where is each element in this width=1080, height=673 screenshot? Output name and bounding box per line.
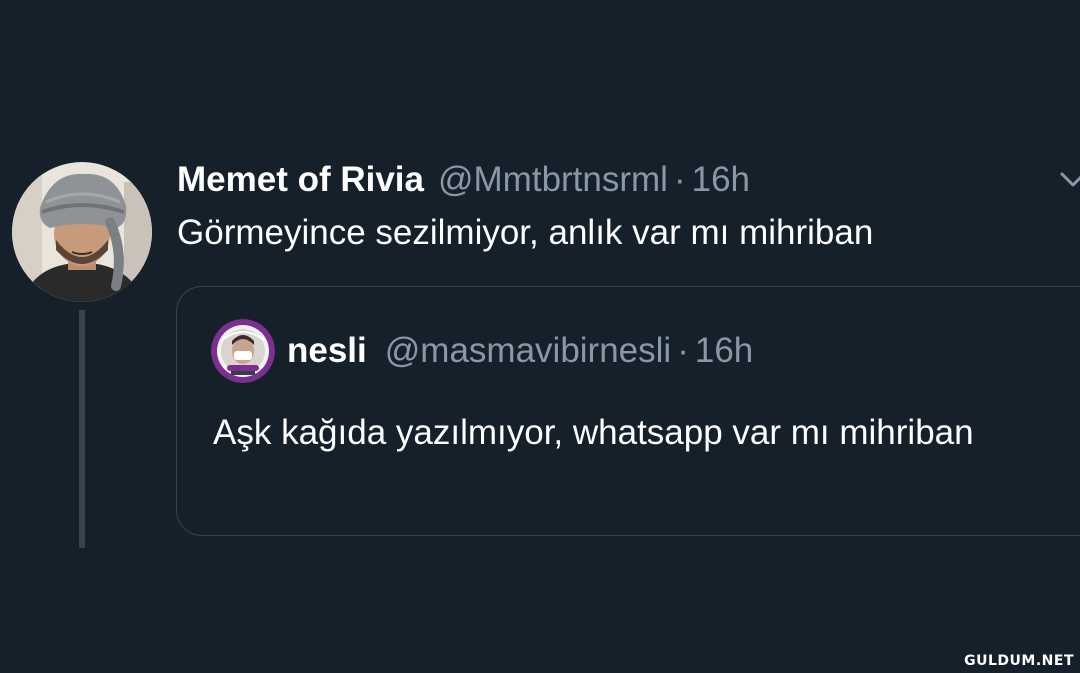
separator-dot: · — [673, 160, 686, 199]
author-avatar[interactable] — [12, 162, 152, 302]
quoted-author-display-name[interactable]: nesli — [287, 331, 367, 371]
thread-line — [79, 310, 85, 548]
tweet-timestamp[interactable]: 16h — [692, 160, 750, 200]
author-display-name[interactable]: Memet of Rivia — [177, 160, 424, 200]
watermark: GULDUM.NET — [964, 653, 1074, 669]
quoted-author-avatar[interactable] — [211, 319, 275, 383]
tweet[interactable]: Memet of Rivia @Mmtbrtnsrml · 16h Görmey… — [0, 0, 1080, 673]
quoted-author-handle[interactable]: @masmavibirnesli — [385, 331, 671, 371]
author-handle[interactable]: @Mmtbrtnsrml — [438, 160, 668, 200]
quoted-tweet-timestamp[interactable]: 16h — [695, 331, 753, 371]
quoted-tweet-header: nesli @masmavibirnesli · 16h — [287, 331, 753, 371]
quoted-tweet[interactable]: nesli @masmavibirnesli · 16h Aşk kağıda … — [176, 286, 1080, 536]
quoted-tweet-text: Aşk kağıda yazılmıyor, whatsapp var mı m… — [213, 413, 974, 452]
tweet-header: Memet of Rivia @Mmtbrtnsrml · 16h — [177, 160, 750, 204]
chevron-down-icon[interactable] — [1058, 170, 1080, 190]
tweet-text: Görmeyince sezilmiyor, anlık var mı mihr… — [177, 213, 874, 252]
separator-dot: · — [677, 331, 689, 370]
